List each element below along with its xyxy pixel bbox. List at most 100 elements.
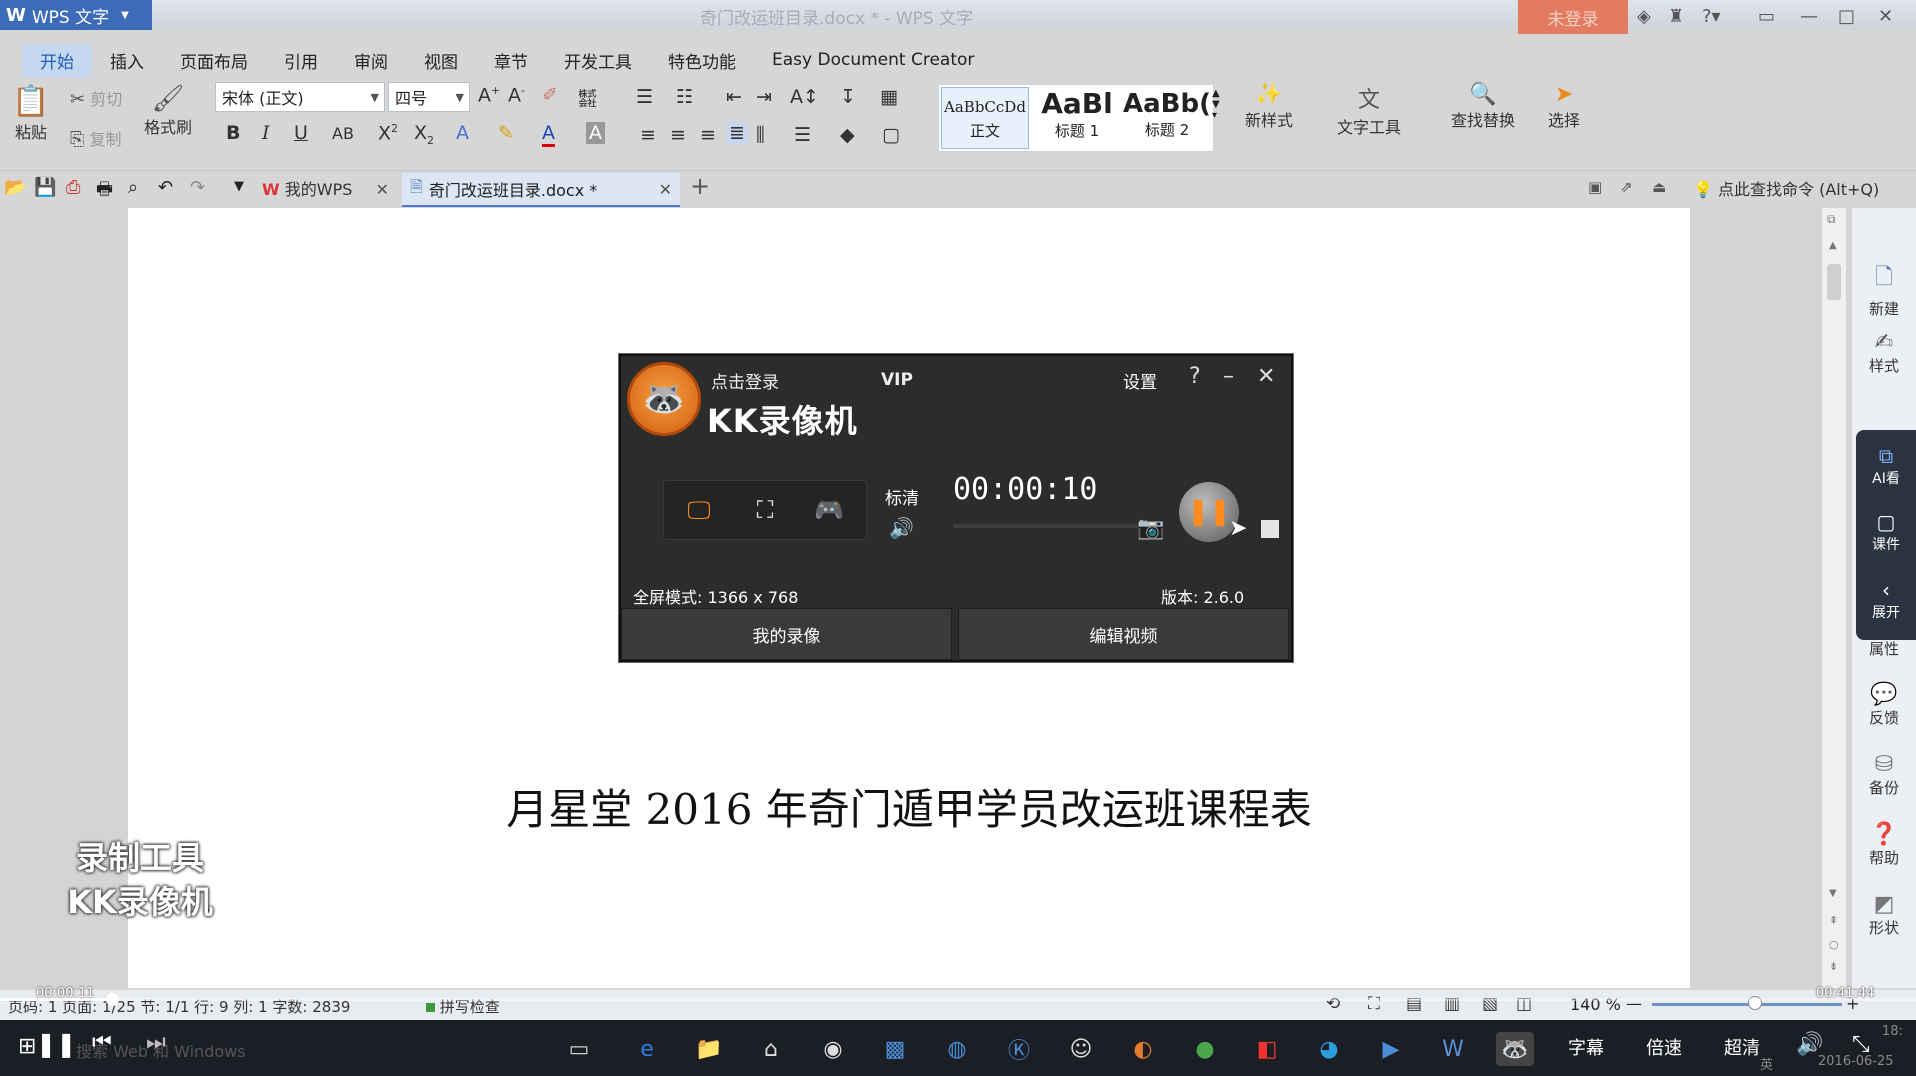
increase-indent-icon[interactable]: ⇥	[756, 86, 772, 108]
kk-minimize-icon[interactable]: –	[1223, 364, 1234, 389]
kk-edit-video-button[interactable]: 编辑视频	[958, 608, 1289, 660]
kk-help-button[interactable]: ?	[1189, 364, 1201, 389]
vertical-scrollbar[interactable]: ⧉ ▲ ▼ ⇞ ○ ⇟	[1822, 208, 1846, 988]
video-subtitles-button[interactable]: 字幕	[1568, 1034, 1604, 1060]
kk-login-link[interactable]: 点击登录	[711, 368, 779, 393]
close-icon[interactable]: ✕	[375, 180, 388, 199]
panel-new-button[interactable]: 🗋 新建	[1852, 260, 1916, 319]
cut-button[interactable]: ✂ 剪切	[70, 86, 122, 110]
tab-developer[interactable]: 开发工具	[546, 44, 650, 77]
distribute-icon[interactable]: ⫼	[756, 124, 765, 146]
scroll-up-icon[interactable]: ▲	[1829, 240, 1837, 251]
camera-icon[interactable]: 📷	[1137, 516, 1164, 541]
new-style-button[interactable]: ✨ 新样式	[1234, 82, 1304, 131]
kk-stop-button[interactable]	[1261, 520, 1279, 538]
tab-easy-document-creator[interactable]: Easy Document Creator	[754, 46, 992, 74]
borders-icon[interactable]: ▢	[882, 124, 900, 146]
shirt-icon[interactable]: ♜	[1668, 6, 1684, 27]
panel-style-button[interactable]: ✍ 样式	[1852, 330, 1916, 376]
player-app-icon[interactable]: ▶	[1372, 1032, 1410, 1066]
tab-page-layout[interactable]: 页面布局	[162, 44, 266, 77]
align-center-icon[interactable]: ≡	[670, 124, 686, 146]
media-app-icon[interactable]: ◉	[814, 1032, 852, 1066]
split-icon[interactable]: ⧉	[1827, 212, 1836, 227]
panel-expand-button[interactable]: ‹ 展开	[1856, 578, 1916, 622]
help-icon[interactable]: ?▾	[1702, 6, 1721, 27]
highlight-icon[interactable]: ✎	[498, 122, 514, 144]
browser-app-icon[interactable]: ◍	[938, 1032, 976, 1066]
line-spacing-icon[interactable]: ☰	[794, 124, 811, 146]
kk-recorder-window[interactable]: 🦝 点击登录 VIP KK录像机 设置 ? – ✕ 🖵 ⛶ 🎮 标清 🔊 00:…	[619, 354, 1293, 662]
panel-shape-button[interactable]: ◩ 形状	[1852, 892, 1916, 938]
kk-my-recordings-button[interactable]: 我的录像	[621, 608, 952, 660]
photos-app-icon[interactable]: ▩	[876, 1032, 914, 1066]
text-direction-icon[interactable]: A↕	[790, 86, 819, 108]
scroll-thumb[interactable]	[1827, 264, 1841, 300]
style-heading-2[interactable]: AaBb( 标题 2	[1123, 87, 1211, 149]
kk-vip-link[interactable]: VIP	[881, 370, 913, 390]
panel-backup-button[interactable]: ⛁ 备份	[1852, 752, 1916, 798]
text-tools-button[interactable]: 文 文字工具	[1326, 82, 1412, 138]
panel-feedback-button[interactable]: 💬 反馈	[1852, 682, 1916, 728]
print-preview-icon[interactable]: ⌕	[128, 177, 138, 198]
panel-ai-button[interactable]: ⧉ AI看	[1856, 444, 1916, 488]
styles-scroll-icon[interactable]: ▲ ▼ ▾	[1212, 88, 1220, 121]
kk-quality-select[interactable]: 标清	[885, 484, 919, 509]
video-progress-thumb[interactable]	[106, 993, 119, 1006]
panel-properties-button[interactable]: 属性	[1852, 638, 1916, 659]
find-replace-button[interactable]: 🔍 查找替换	[1440, 82, 1526, 131]
font-size-select[interactable]: 四号 ▼	[388, 82, 470, 112]
print-icon[interactable]: 🖶	[96, 177, 113, 207]
tab-review[interactable]: 审阅	[336, 44, 406, 77]
game-mode-icon[interactable]: 🎮	[806, 491, 852, 529]
window-mode-icon[interactable]: ▣	[1588, 178, 1602, 196]
copy-button[interactable]: ⎘ 复制	[70, 126, 122, 150]
grow-font-icon[interactable]: A+	[478, 84, 500, 106]
new-tab-icon[interactable]: +	[690, 172, 710, 200]
bold-icon[interactable]: B	[226, 122, 240, 144]
panel-help-button[interactable]: ❓ 帮助	[1852, 822, 1916, 868]
prev-page-icon[interactable]: ⇞	[1829, 914, 1838, 927]
subscript-icon[interactable]: X2	[414, 122, 434, 147]
italic-icon[interactable]: I	[262, 122, 270, 144]
speaker-icon[interactable]: 🔊	[889, 516, 914, 540]
numbering-icon[interactable]: ☷	[676, 86, 693, 108]
tab-my-wps[interactable]: W 我的WPS ✕	[262, 176, 389, 200]
justify-icon[interactable]: ≣	[726, 122, 748, 144]
region-mode-icon[interactable]: ⛶	[742, 491, 788, 529]
restore-icon[interactable]: ▭	[1758, 6, 1775, 27]
export-pdf-icon[interactable]: ⎙	[66, 177, 80, 198]
save-icon[interactable]: 💾	[34, 177, 56, 198]
qq-app-icon[interactable]: ◕	[1310, 1032, 1348, 1066]
video-progress-track[interactable]	[0, 998, 1916, 1001]
store-icon[interactable]: ⌂	[752, 1032, 790, 1066]
style-heading-1[interactable]: AaBl 标题 1	[1033, 87, 1121, 149]
paragraph-shading-icon[interactable]: ◆	[840, 124, 855, 146]
undo-icon[interactable]: ↶	[158, 177, 173, 198]
video-next-icon[interactable]: ⏭	[146, 1030, 166, 1055]
video-speed-button[interactable]: 倍速	[1646, 1034, 1682, 1060]
kk-taskbar-icon[interactable]: 🦝	[1496, 1032, 1534, 1066]
green-app-icon[interactable]: ●	[1186, 1032, 1224, 1066]
redo-icon[interactable]: ↷	[190, 177, 205, 198]
strikethrough-icon[interactable]: AB	[332, 124, 354, 143]
style-normal[interactable]: AaBbCcDd 正文	[941, 87, 1029, 149]
windows-start-icon[interactable]: ⊞	[18, 1034, 36, 1059]
phonetic-icon[interactable]: ㍿	[578, 84, 597, 111]
customize-dropdown-icon[interactable]: ▼	[234, 179, 244, 194]
paste-button[interactable]: 📋 粘贴	[6, 84, 56, 143]
text-effect-icon[interactable]: A	[456, 122, 469, 144]
tab-home[interactable]: 开始	[22, 43, 92, 77]
format-painter-button[interactable]: 🖌 格式刷	[140, 84, 196, 138]
bullets-icon[interactable]: ☰	[636, 86, 653, 108]
scroll-down-icon[interactable]: ▼	[1829, 888, 1837, 899]
panel-courseware-button[interactable]: ▢ 课件	[1856, 510, 1916, 554]
tab-references[interactable]: 引用	[266, 44, 336, 77]
k-app-icon[interactable]: Ⓚ	[1000, 1032, 1038, 1066]
login-button[interactable]: 未登录	[1518, 0, 1628, 34]
maximize-icon[interactable]: □	[1838, 6, 1855, 27]
kk-settings-button[interactable]: 设置	[1123, 368, 1157, 393]
chat-app-icon[interactable]: ☺	[1062, 1032, 1100, 1066]
font-name-select[interactable]: 宋体 (正文) ▼	[215, 82, 385, 112]
underline-icon[interactable]: U	[294, 122, 308, 144]
